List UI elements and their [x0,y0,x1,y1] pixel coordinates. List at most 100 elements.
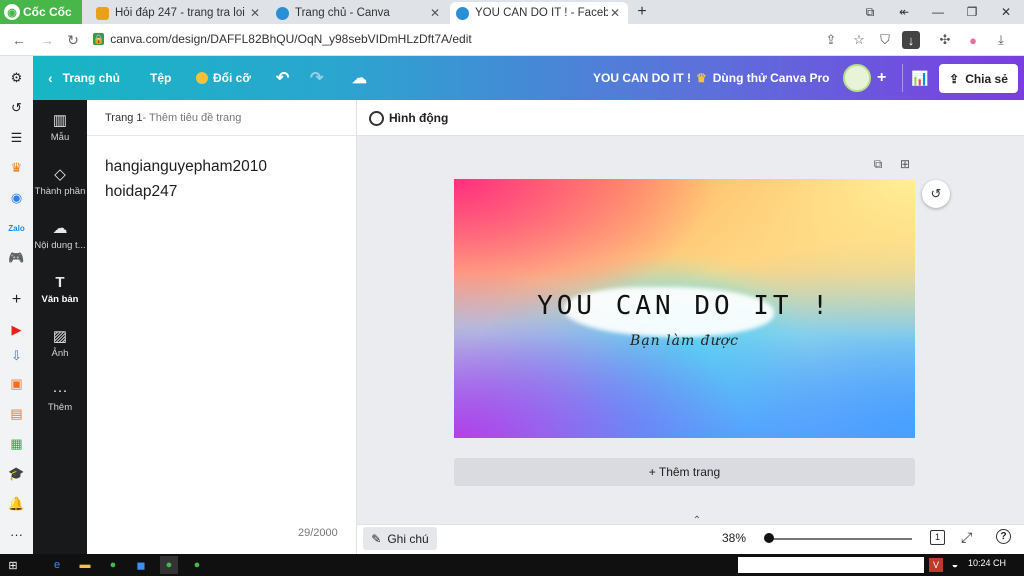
design-page[interactable]: YOU CAN DO IT ! Bạn làm được [454,179,915,438]
canva-header [33,56,1024,100]
zoom-percentage[interactable]: 38% [722,531,746,545]
game-controller-icon[interactable]: 🎮 [6,248,27,268]
profile-pig-icon[interactable]: ● [962,29,984,51]
headline-text[interactable]: YOU CAN DO IT ! [454,291,915,321]
messenger-icon[interactable]: ◉ [6,188,27,208]
subline-text[interactable]: Bạn làm được [454,333,915,349]
add-page-icon[interactable]: ⊞ [897,156,913,172]
note-line[interactable]: hangianguyepham2010 [105,158,267,176]
settings-gear-icon[interactable]: ⚙ [6,68,27,88]
youtube-icon[interactable]: ▶ [6,320,27,340]
taskbar-search-box[interactable] [738,557,924,573]
page-title-bar[interactable]: Trang 1 - Thêm tiêu đề trang [87,100,356,136]
tray-wifi-icon[interactable]: ◒ [946,556,964,574]
back-all-icon[interactable]: ↞ [890,2,918,22]
extensions-icon[interactable]: ✣ [934,29,956,51]
close-window-button[interactable]: ✕ [992,2,1020,22]
edge-icon[interactable]: e [48,556,66,574]
forward-button[interactable]: → [36,30,58,50]
notes-button[interactable]: ✎ Ghi chú [363,527,437,550]
shop-icon[interactable]: ▣ [6,374,27,394]
template-icon: ▥ [52,112,68,129]
share-page-icon[interactable]: ⇪ [820,29,842,51]
reload-button[interactable]: ↻ [62,30,84,50]
start-icon[interactable]: ⊞ [4,556,22,574]
zoom-slider-handle[interactable] [764,533,774,543]
coccoc-active-icon[interactable]: ● [160,556,178,574]
reading-list-icon[interactable]: ☰ [6,128,27,148]
page-title-placeholder[interactable]: - Thêm tiêu đề trang [143,112,242,124]
tab-canva-home[interactable]: Trang chủ - Canva ✕ [270,2,448,24]
taskbar-clock[interactable]: 10:24 CH [968,558,1006,568]
close-tab-icon[interactable]: ✕ [608,6,622,20]
crown-icon[interactable]: ♛ [6,158,27,178]
restore-button[interactable]: ❐ [958,2,986,22]
animate-button[interactable]: Hình động [389,111,448,125]
character-count: 29/2000 [298,527,338,539]
shield-icon[interactable]: ⛉ [874,29,896,51]
rail-item-elements[interactable]: ◇ Thành phần [33,156,87,206]
zoom-slider[interactable] [766,538,912,540]
url-text: canva.com/design/DAFFL82BhQU/OqN_y98sebV… [110,32,472,46]
rail-label: Thành phần [34,186,86,197]
bottom-bar [357,524,1024,555]
sheets-icon[interactable]: ▦ [6,434,27,454]
try-pro-button[interactable]: ♛ Dùng thử Canva Pro [696,56,829,100]
help-icon[interactable]: ? [996,529,1011,544]
tab-search-icon[interactable]: ⧉ [856,2,884,22]
rail-item-more[interactable]: ··· Thêm [33,372,87,422]
mall-icon[interactable]: ▤ [6,404,27,424]
download-savior-icon[interactable]: ↓ [902,31,920,49]
add-page-button[interactable]: + Thêm trang [454,458,915,486]
share-label: Chia sẻ [965,71,1008,86]
insights-chart-icon[interactable]: 📊 [911,56,928,100]
avatar[interactable] [843,64,871,92]
fullscreen-icon[interactable]: ⤢ [961,529,972,546]
bookmark-star-icon[interactable]: ☆ [848,29,870,51]
coccoc-window-icon[interactable]: ● [188,556,206,574]
close-tab-icon[interactable]: ✕ [248,6,262,20]
file-explorer-icon[interactable]: ▬ [76,556,94,574]
tab-hoidap[interactable]: Hỏi đáp 247 - trang tra loi ✕ [90,2,268,24]
home-button[interactable]: ‹ Trang chủ [48,56,120,100]
tab-title: YOU CAN DO IT ! - Facebook [475,7,608,19]
rail-item-templates[interactable]: ▥ Mẫu [33,102,87,152]
browser-logo[interactable]: ◉ Cốc Cốc [4,3,76,21]
design-title-text: YOU CAN DO IT ! [593,71,691,85]
close-tab-icon[interactable]: ✕ [428,6,442,20]
file-menu-button[interactable]: Tệp [150,56,171,100]
rail-item-photos[interactable]: ▨ Ảnh [33,318,87,368]
add-sidebar-item-icon[interactable]: + [6,290,27,310]
tray-app-icon[interactable]: V [929,558,943,572]
more-dots-icon[interactable]: ··· [6,524,27,544]
zalo-taskbar-icon[interactable]: ◼ [132,556,150,574]
coccoc-taskbar-icon[interactable]: ● [104,556,122,574]
share-button[interactable]: ⇪ Chia sẻ [939,64,1018,93]
rail-item-text[interactable]: T Văn bản [33,264,87,314]
duplicate-page-icon[interactable]: ⧉ [870,156,886,172]
undo-button[interactable]: ↶ [276,56,289,100]
resize-button[interactable]: Đổi cỡ [196,56,251,100]
notification-bell-icon[interactable]: 🔔 [6,494,27,514]
note-line[interactable]: hoidap247 [105,183,177,201]
downloads-icon[interactable]: ⤓ [990,29,1012,51]
address-bar[interactable]: 🔒 canva.com/design/DAFFL82BhQU/OqN_y98se… [93,29,472,49]
page-count-button[interactable]: 1 [930,530,945,545]
education-cap-icon[interactable]: 🎓 [6,464,27,484]
minimize-button[interactable]: — [924,2,952,22]
tab-current-design[interactable]: YOU CAN DO IT ! - Facebook ✕ [450,2,628,24]
header-divider [902,64,903,92]
cloud-saved-icon[interactable]: ☁ [352,56,367,100]
rail-item-uploads[interactable]: ☁ Nội dung t... [33,210,87,260]
history-icon[interactable]: ↺ [6,98,27,118]
tab-title: Hỏi đáp 247 - trang tra loi [115,7,245,19]
new-tab-button[interactable]: + [628,2,656,22]
chevron-up-icon[interactable]: ⌃ [690,515,704,526]
add-collaborator-button[interactable]: + [877,56,886,100]
download-arrow-icon[interactable]: ⇩ [6,346,27,366]
zalo-icon[interactable]: Zalo [6,218,27,238]
add-comment-button[interactable]: ↺ [922,180,950,208]
design-title[interactable]: YOU CAN DO IT ! [593,56,691,100]
redo-button[interactable]: ↷ [310,56,323,100]
back-button[interactable]: ← [8,30,30,50]
